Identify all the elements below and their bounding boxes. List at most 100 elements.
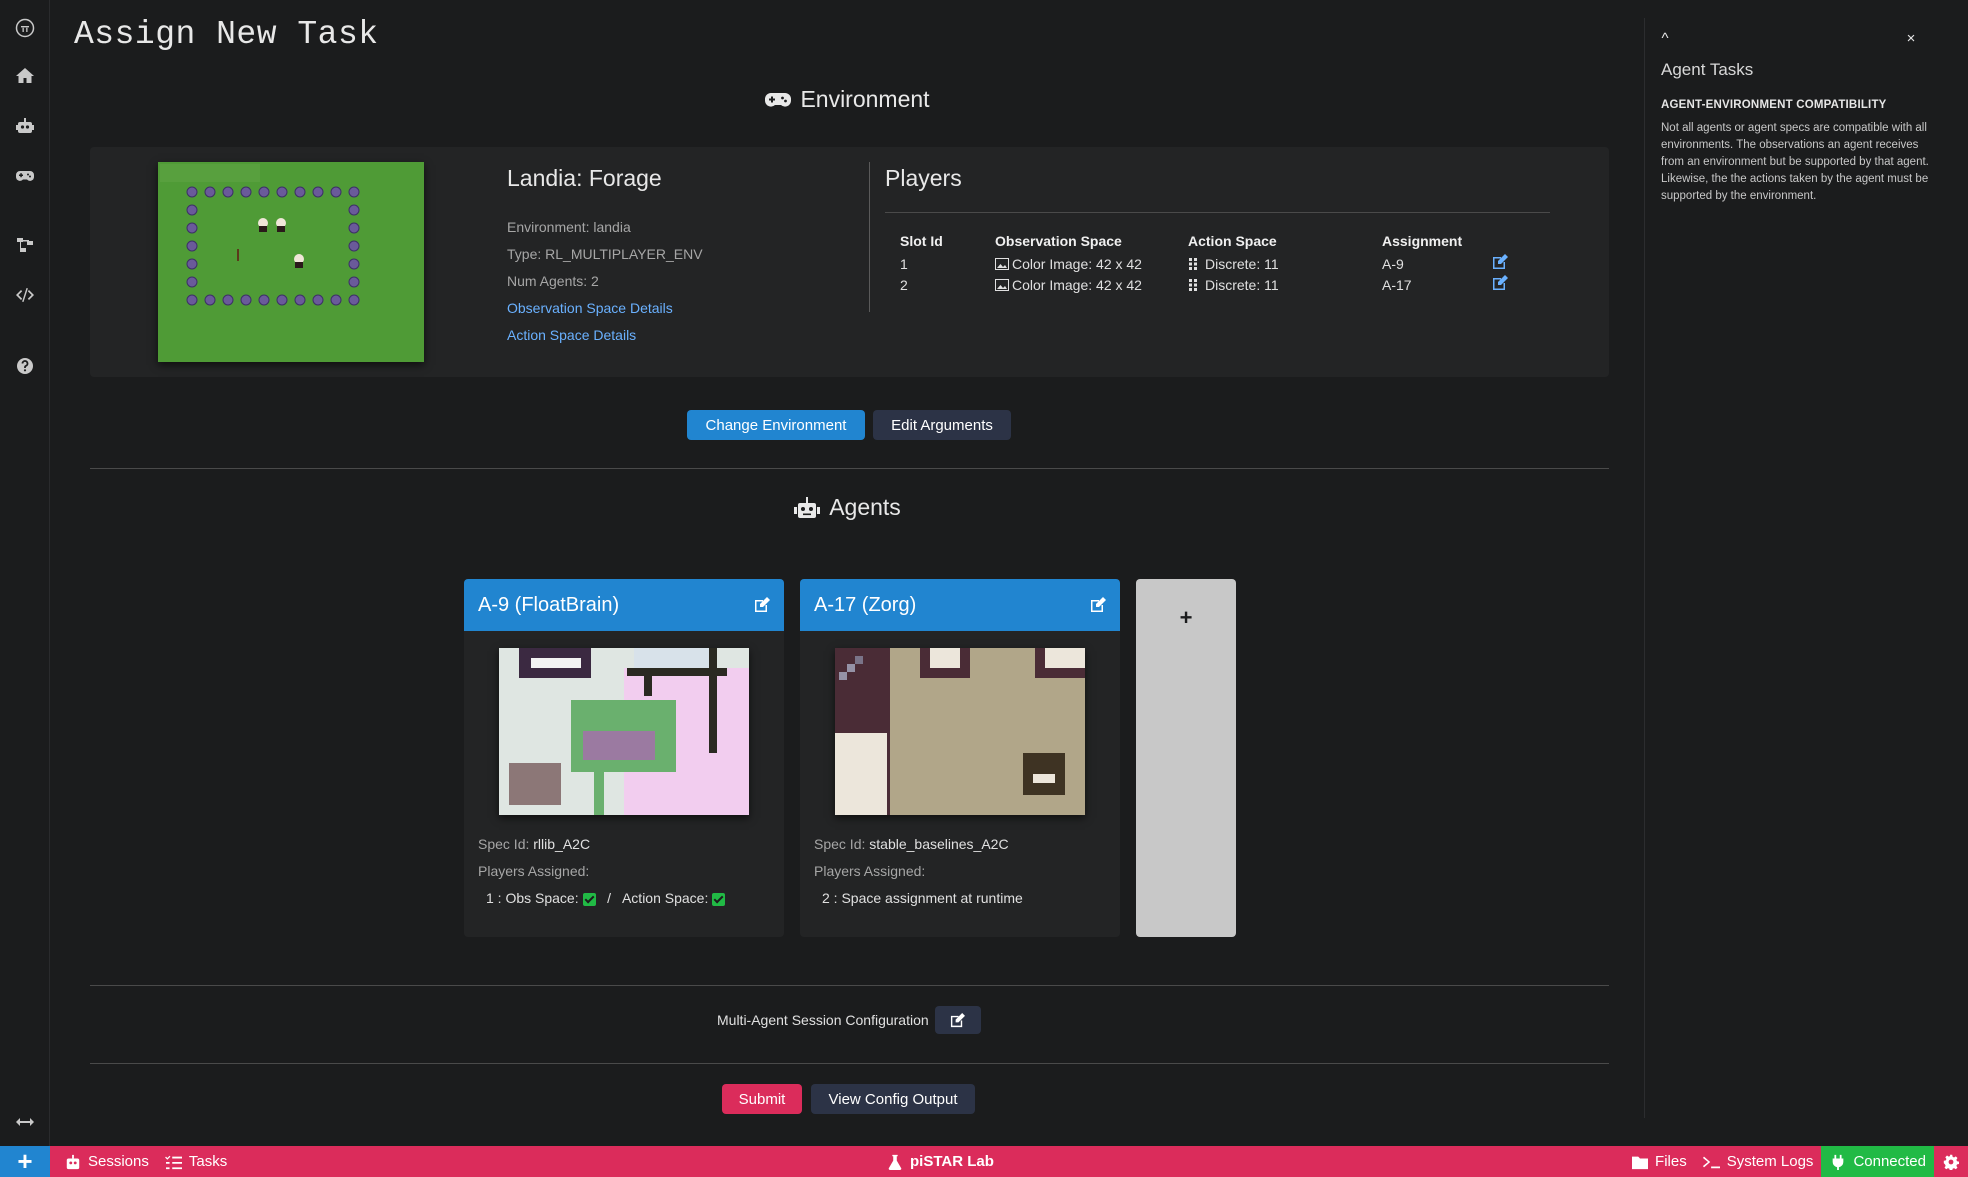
assignment: A-17 bbox=[1382, 276, 1412, 293]
change-environment-button[interactable]: Change Environment bbox=[687, 410, 865, 440]
gear-icon bbox=[1943, 1154, 1959, 1170]
grid-icon bbox=[1189, 278, 1197, 291]
workflow-icon[interactable] bbox=[0, 227, 50, 263]
players-section: Players Slot Id Observation Space Action… bbox=[885, 165, 1550, 295]
system-logs-button[interactable]: System Logs bbox=[1695, 1146, 1822, 1177]
agent-card-title[interactable]: A-17 (Zorg) bbox=[814, 594, 916, 617]
edit-arguments-button[interactable]: Edit Arguments bbox=[873, 410, 1011, 440]
players-assigned-label: Players Assigned: bbox=[814, 863, 926, 879]
help-title: Agent Tasks bbox=[1661, 60, 1754, 79]
slot-id: 1 bbox=[900, 255, 908, 272]
connection-status-label: Connected bbox=[1853, 1153, 1926, 1170]
connection-status[interactable]: Connected bbox=[1821, 1146, 1934, 1177]
main-content: Assign New Task Environment Landia: Fora… bbox=[50, 0, 1644, 1146]
environment-id-line: Environment: landia bbox=[507, 219, 631, 235]
add-agent-button[interactable]: + bbox=[1136, 579, 1236, 937]
robot-icon bbox=[794, 496, 821, 518]
agent-avatar-image bbox=[835, 648, 1085, 815]
slot-id: 2 bbox=[900, 276, 908, 293]
num-agents-line: Num Agents: 2 bbox=[507, 273, 599, 289]
app-name-label: piSTAR Lab bbox=[910, 1153, 994, 1170]
files-button[interactable]: Files bbox=[1623, 1146, 1695, 1177]
observation-space: Color Image: 42 x 42 bbox=[1012, 276, 1142, 293]
tasks-button[interactable]: Tasks bbox=[157, 1146, 235, 1177]
section-divider bbox=[90, 1063, 1609, 1064]
assignment: A-9 bbox=[1382, 255, 1404, 272]
spec-id-label: Spec Id: bbox=[478, 836, 530, 852]
environment-heading: Environment bbox=[50, 86, 1644, 113]
column-header: Assignment bbox=[1382, 233, 1463, 249]
edit-icon[interactable] bbox=[754, 597, 770, 613]
edit-icon[interactable] bbox=[1492, 275, 1508, 291]
left-nav-rail bbox=[0, 0, 50, 1146]
terminal-icon bbox=[1702, 1156, 1720, 1168]
add-button[interactable]: + bbox=[0, 1146, 50, 1177]
app-name[interactable]: piSTAR Lab bbox=[878, 1146, 1002, 1177]
players-heading: Players bbox=[885, 165, 1550, 213]
submit-button[interactable]: Submit bbox=[722, 1084, 802, 1114]
help-body: Not all agents or agent specs are compat… bbox=[1661, 122, 1929, 202]
sessions-label: Sessions bbox=[88, 1153, 149, 1170]
table-row: 1 Color Image: 42 x 42 Discrete: 11 A-9 bbox=[885, 253, 1550, 274]
folder-icon bbox=[1632, 1156, 1649, 1169]
action-space: Discrete: 11 bbox=[1205, 255, 1279, 272]
edit-icon bbox=[951, 1012, 966, 1027]
spec-id-label: Spec Id: bbox=[814, 836, 866, 852]
spec-id-value: stable_baselines_A2C bbox=[869, 836, 1009, 852]
sessions-button[interactable]: Sessions bbox=[56, 1146, 157, 1177]
column-header: Observation Space bbox=[995, 233, 1122, 249]
agents-heading-label: Agents bbox=[829, 494, 901, 520]
edit-icon[interactable] bbox=[1090, 597, 1106, 613]
assignment-slot-text: 1 : Obs Space: bbox=[486, 890, 579, 906]
system-logs-label: System Logs bbox=[1726, 1153, 1814, 1170]
gamepad-icon bbox=[765, 92, 792, 107]
action-space: Discrete: 11 bbox=[1205, 276, 1279, 293]
multi-agent-config-label: Multi-Agent Session Configuration bbox=[717, 1012, 929, 1028]
help-icon[interactable] bbox=[0, 348, 50, 384]
table-row: 2 Color Image: 42 x 42 Discrete: 11 A-17 bbox=[885, 274, 1550, 295]
multi-agent-edit-button[interactable] bbox=[934, 1006, 981, 1034]
environment-preview-image bbox=[158, 162, 424, 362]
check-icon bbox=[712, 892, 726, 906]
help-subtitle: AGENT-ENVIRONMENT COMPATIBILITY bbox=[1661, 99, 1887, 111]
image-icon bbox=[995, 257, 1009, 270]
environment-panel: Landia: Forage Environment: landia Type:… bbox=[90, 147, 1609, 377]
collapse-icon[interactable]: ^ bbox=[1655, 28, 1675, 48]
players-assigned-label: Players Assigned: bbox=[478, 863, 590, 879]
agent-card: A-9 (FloatBrain) Spec Id: rllib_A2C Play… bbox=[464, 579, 784, 937]
edit-icon[interactable] bbox=[1492, 254, 1508, 270]
environment-info: Landia: Forage Environment: landia Type:… bbox=[507, 165, 847, 349]
column-header: Action Space bbox=[1188, 233, 1277, 249]
home-icon[interactable] bbox=[0, 58, 50, 94]
image-icon bbox=[995, 278, 1009, 291]
code-icon[interactable] bbox=[0, 277, 50, 313]
view-config-output-button[interactable]: View Config Output bbox=[811, 1084, 975, 1114]
robot-icon bbox=[66, 1154, 80, 1169]
tasks-label: Tasks bbox=[188, 1153, 228, 1170]
grid-icon bbox=[1189, 257, 1197, 270]
observation-space: Color Image: 42 x 42 bbox=[1012, 255, 1142, 272]
observation-space-link[interactable]: Observation Space Details bbox=[507, 295, 847, 322]
files-label: Files bbox=[1655, 1153, 1687, 1170]
expand-icon[interactable] bbox=[0, 1104, 50, 1140]
flask-icon bbox=[888, 1154, 902, 1170]
player-assignment: 1 : Obs Space: / Action Space: bbox=[478, 885, 770, 912]
table-header-row: Slot Id Observation Space Action Space A… bbox=[885, 229, 1550, 253]
page-title: Assign New Task bbox=[74, 16, 379, 53]
close-icon[interactable]: × bbox=[1901, 28, 1921, 48]
check-icon bbox=[582, 892, 596, 906]
tasks-icon bbox=[164, 1155, 182, 1169]
vertical-divider bbox=[869, 162, 870, 312]
settings-button[interactable] bbox=[1934, 1146, 1968, 1177]
multi-agent-config: Multi-Agent Session Configuration bbox=[717, 1006, 981, 1034]
pistar-logo-icon[interactable] bbox=[0, 10, 50, 46]
status-bar: + Sessions Tasks piSTAR Lab Files System… bbox=[0, 1146, 1968, 1177]
help-panel: ^ × Agent Tasks AGENT-ENVIRONMENT COMPAT… bbox=[1644, 18, 1968, 1118]
robot-icon[interactable] bbox=[0, 108, 50, 144]
agent-card-title[interactable]: A-9 (FloatBrain) bbox=[478, 594, 619, 617]
gamepad-icon[interactable] bbox=[0, 158, 50, 194]
column-header: Slot Id bbox=[900, 233, 943, 249]
assignment-action-text: Action Space: bbox=[621, 890, 709, 906]
action-space-link[interactable]: Action Space Details bbox=[507, 322, 847, 349]
player-assignment: 2 : Space assignment at runtime bbox=[822, 890, 1023, 906]
